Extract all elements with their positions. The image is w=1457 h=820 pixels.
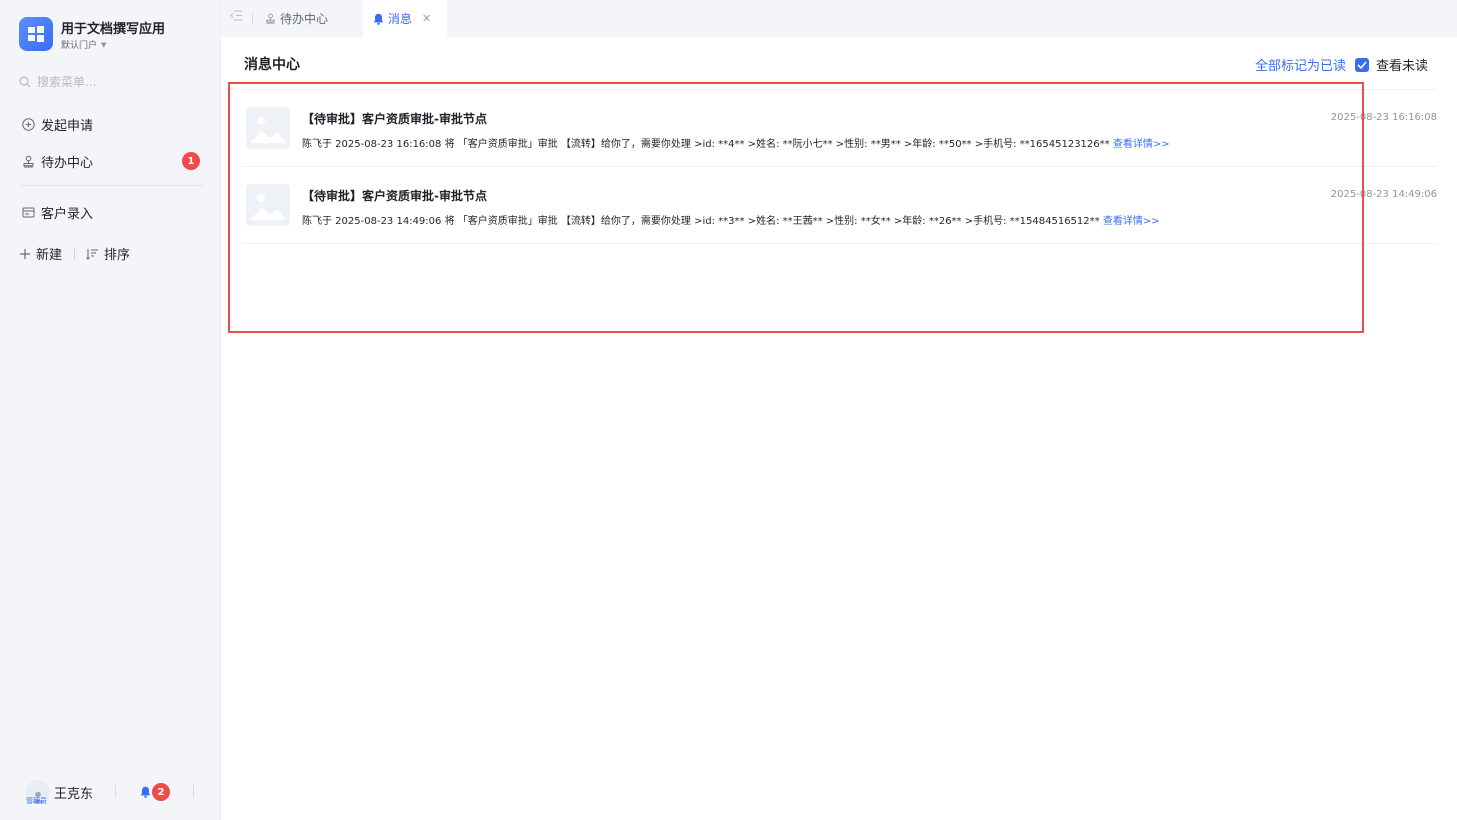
check-icon — [1357, 60, 1367, 69]
sidebar-item-apply[interactable]: 发起申请 — [22, 115, 93, 134]
view-unread-label: 查看未读 — [1376, 59, 1429, 74]
app-logo-icon[interactable] — [19, 17, 53, 51]
bell-icon — [373, 13, 384, 25]
message-text: 陈飞于 2025-08-23 16:16:08 将 「客户资质审批」审批 【流转… — [302, 139, 1113, 150]
message-item[interactable]: 【待审批】客户资质审批-审批节点 2025-08-23 16:16:08 陈飞于… — [242, 90, 1437, 167]
message-body: 陈飞于 2025-08-23 14:49:06 将 「客户资质审批」审批 【流转… — [302, 212, 1160, 227]
tab-label: 待办中心 — [280, 12, 329, 26]
plus-circle-icon — [22, 118, 35, 131]
bell-icon — [140, 786, 151, 798]
sidebar-item-todo[interactable]: 待办中心 — [22, 152, 93, 171]
user-name: 王克东 — [54, 786, 94, 802]
message-time: 2025-08-23 14:49:06 — [1330, 189, 1437, 200]
sort-label: 排序 — [104, 248, 131, 263]
message-item[interactable]: 【待审批】客户资质审批-审批节点 2025-08-23 14:49:06 陈飞于… — [242, 167, 1437, 244]
new-label: 新建 — [36, 248, 63, 263]
notification-count-badge: 2 — [152, 783, 170, 801]
menu-search-input[interactable]: 搜索菜单... — [19, 73, 96, 90]
message-time: 2025-08-23 16:16:08 — [1330, 112, 1437, 123]
user-profile[interactable]: 管理员 王克东 — [26, 780, 94, 805]
divider — [193, 785, 194, 797]
sort-icon — [86, 248, 99, 260]
tab-label: 消息 — [388, 12, 413, 26]
search-placeholder: 搜索菜单... — [37, 75, 97, 89]
view-details-link[interactable]: 查看详情>> — [1103, 216, 1160, 227]
search-icon — [19, 75, 31, 87]
message-title: 【待审批】客户资质审批-审批节点 — [302, 112, 487, 126]
sidebar-item-customer-entry[interactable]: 客户录入 — [22, 203, 93, 222]
user-role-label: 管理员 — [26, 797, 47, 805]
divider — [74, 247, 76, 260]
tab-bar: 待办中心 消息 ✕ — [221, 0, 1457, 37]
sidebar-item-label: 客户录入 — [41, 207, 94, 222]
divider — [252, 12, 253, 25]
menu-divider — [20, 185, 203, 186]
page-title: 消息中心 — [244, 57, 300, 73]
tab-messages[interactable]: 消息 ✕ — [363, 0, 447, 37]
portal-switcher[interactable]: 默认门户 ▼ — [61, 38, 107, 52]
caret-down-icon: ▼ — [101, 40, 107, 49]
sidebar: 用于文档撰写应用 默认门户 ▼ 搜索菜单... 发起申请 待办中心 1 客户录入… — [0, 0, 221, 820]
sidebar-item-label: 发起申请 — [41, 119, 94, 134]
tab-todo-center[interactable]: 待办中心 — [265, 0, 328, 37]
message-body: 陈飞于 2025-08-23 16:16:08 将 「客户资质审批」审批 【流转… — [302, 135, 1170, 150]
new-button[interactable]: 新建 — [19, 244, 62, 263]
view-unread-checkbox[interactable] — [1355, 57, 1369, 72]
message-text: 陈飞于 2025-08-23 14:49:06 将 「客户资质审批」审批 【流转… — [302, 216, 1103, 227]
close-icon[interactable]: ✕ — [422, 12, 431, 25]
app-title: 用于文档撰写应用 — [61, 22, 166, 37]
portal-label: 默认门户 — [61, 41, 98, 51]
sort-button[interactable]: 排序 — [86, 244, 130, 263]
plus-icon — [20, 248, 30, 259]
form-icon — [22, 207, 35, 218]
app-root: 用于文档撰写应用 默认门户 ▼ 搜索菜单... 发起申请 待办中心 1 客户录入… — [0, 0, 1457, 820]
todo-count-badge: 1 — [182, 152, 200, 170]
mark-all-read-link[interactable]: 全部标记为已读 — [1255, 55, 1346, 74]
notifications-button[interactable]: 2 — [140, 783, 170, 801]
message-title: 【待审批】客户资质审批-审批节点 — [302, 189, 487, 203]
view-details-link[interactable]: 查看详情>> — [1113, 139, 1170, 150]
stamp-icon — [23, 155, 34, 168]
image-placeholder-icon — [246, 184, 290, 226]
image-placeholder-icon — [246, 107, 290, 149]
collapse-sidebar-icon[interactable] — [230, 10, 243, 24]
stamp-icon — [266, 13, 275, 24]
avatar: 管理员 — [26, 780, 50, 805]
view-unread-toggle[interactable]: 查看未读 — [1355, 55, 1428, 74]
message-center-panel: 消息中心 全部标记为已读 查看未读 【待审批】客户资质审批-审批节点 2025-… — [221, 37, 1457, 820]
menu-actions: 新建 排序 — [19, 244, 130, 263]
sidebar-item-label: 待办中心 — [41, 156, 94, 171]
divider — [115, 785, 116, 797]
